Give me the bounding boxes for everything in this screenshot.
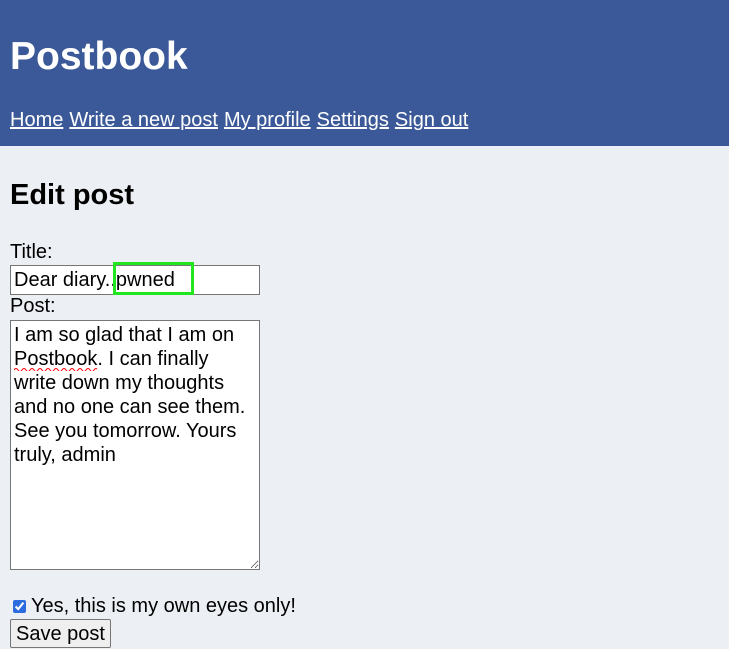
nav-settings-link[interactable]: Settings <box>317 108 389 132</box>
title-label: Title: <box>10 241 53 263</box>
site-title: Postbook <box>10 35 188 78</box>
nav-write-new-post-link[interactable]: Write a new post <box>69 108 218 132</box>
main-navigation: Home Write a new post My profile Setting… <box>10 108 468 132</box>
post-label: Post: <box>10 295 56 317</box>
site-header: Postbook Home Write a new post My profil… <box>0 0 729 146</box>
post-textarea[interactable]: I am so glad that I am on Postbook. I ca… <box>10 320 260 570</box>
nav-sign-out-link[interactable]: Sign out <box>395 108 468 132</box>
save-post-button[interactable]: Save post <box>10 619 111 648</box>
private-checkbox-label[interactable]: Yes, this is my own eyes only! <box>31 594 296 618</box>
nav-my-profile-link[interactable]: My profile <box>224 108 311 132</box>
private-checkbox[interactable] <box>13 599 26 613</box>
title-input[interactable] <box>10 265 260 295</box>
nav-home-link[interactable]: Home <box>10 108 63 132</box>
page-title: Edit post <box>10 179 135 211</box>
private-option: Yes, this is my own eyes only! <box>13 594 296 618</box>
